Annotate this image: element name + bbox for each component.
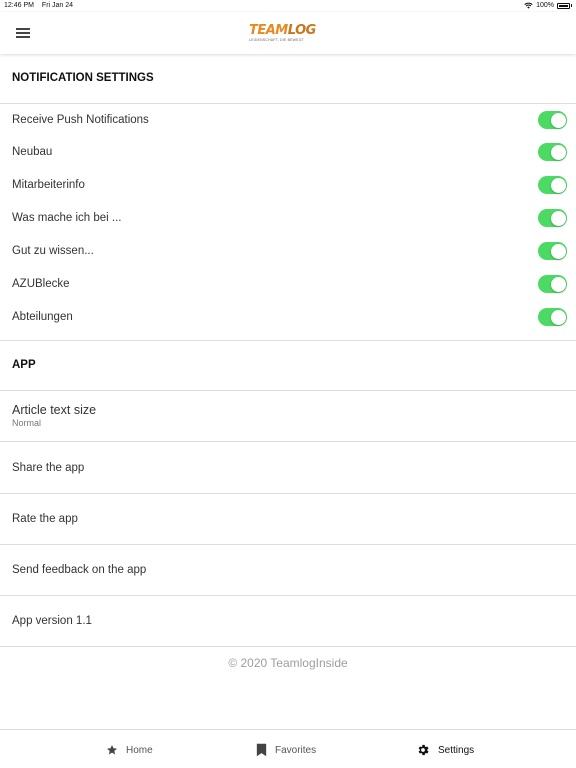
app-bar: TEAMLOG LEIDENSCHAFT, DIE BEWEGT xyxy=(0,12,576,54)
toggle-label: AZUBlecke xyxy=(12,278,70,290)
toggle-row-was-mache-ich[interactable]: Was mache ich bei ... xyxy=(0,207,576,231)
toggle-row-gut-zu-wissen[interactable]: Gut zu wissen... xyxy=(0,240,576,264)
toggle-label: Was mache ich bei ... xyxy=(12,212,122,224)
toggle-label: Neubau xyxy=(12,146,53,158)
status-time: 12:46 PM xyxy=(4,2,34,9)
send-feedback-label: Send feedback on the app xyxy=(12,564,147,576)
nav-favorites-label: Favorites xyxy=(275,744,317,756)
azublecke-switch[interactable] xyxy=(538,275,567,293)
menu-icon[interactable] xyxy=(16,28,30,38)
neubau-switch[interactable] xyxy=(538,143,567,161)
toggle-label: Gut zu wissen... xyxy=(12,245,94,257)
logo-log: LOG xyxy=(287,23,317,38)
abteilungen-switch[interactable] xyxy=(538,308,567,326)
toggle-row-azublecke[interactable]: AZUBlecke xyxy=(0,273,576,297)
status-bar: 12:46 PM Fri Jan 24 100% xyxy=(0,0,576,12)
rate-app-label: Rate the app xyxy=(12,513,78,525)
gut-zu-wissen-switch[interactable] xyxy=(538,242,567,260)
toggle-label: Receive Push Notifications xyxy=(12,114,149,126)
wifi-icon xyxy=(524,2,533,9)
logo-team: TEAM xyxy=(249,23,288,38)
app-version-label: App version 1.1 xyxy=(12,615,92,627)
status-date: Fri Jan 24 xyxy=(41,2,74,9)
share-app-label: Share the app xyxy=(12,462,85,474)
toggle-row-mitarbeiterinfo[interactable]: Mitarbeiterinfo xyxy=(0,174,576,198)
nav-settings-label: Settings xyxy=(438,744,475,756)
push-notifications-switch[interactable] xyxy=(538,111,567,129)
copyright-text: © 2020 TeamlogInside xyxy=(228,656,348,670)
share-app-item[interactable]: Share the app xyxy=(0,442,576,493)
notification-settings-title: NOTIFICATION SETTINGS xyxy=(12,72,154,84)
logo-main: TEAMLOG xyxy=(249,24,329,38)
article-text-size-label: Article text size xyxy=(12,403,97,417)
teamlog-logo: TEAMLOG LEIDENSCHAFT, DIE BEWEGT xyxy=(249,24,329,44)
nav-home-label: Home xyxy=(126,744,153,756)
toggle-label: Abteilungen xyxy=(12,311,73,323)
nav-settings[interactable]: Settings xyxy=(416,742,474,758)
status-right: 100% xyxy=(524,2,572,9)
toggle-label: Mitarbeiterinfo xyxy=(12,179,85,191)
toggle-row-neubau[interactable]: Neubau xyxy=(0,141,576,165)
gear-icon xyxy=(418,744,429,756)
battery-tip xyxy=(571,4,572,7)
divider xyxy=(0,340,576,341)
divider xyxy=(0,646,576,647)
bookmark-icon xyxy=(256,743,267,757)
send-feedback-item[interactable]: Send feedback on the app xyxy=(0,545,576,595)
app-section-title: APP xyxy=(12,359,36,371)
nav-favorites[interactable]: Favorites xyxy=(256,742,316,758)
rate-app-item[interactable]: Rate the app xyxy=(0,494,576,544)
star-icon xyxy=(107,745,117,755)
article-text-size-item[interactable]: Article text size Normal xyxy=(0,391,576,441)
nav-home[interactable]: Home xyxy=(106,742,153,758)
article-text-size-value: Normal xyxy=(12,418,42,428)
battery-icon xyxy=(557,2,570,9)
toggle-row-push[interactable]: Receive Push Notifications xyxy=(0,109,576,133)
mitarbeiterinfo-switch[interactable] xyxy=(538,176,567,194)
status-left: 12:46 PM Fri Jan 24 xyxy=(4,2,79,9)
app-version-item: App version 1.1 xyxy=(0,596,576,646)
battery-percent: 100% xyxy=(536,2,554,9)
toggle-row-abteilungen[interactable]: Abteilungen xyxy=(0,306,576,330)
divider xyxy=(0,103,576,104)
bottom-nav: Home Favorites Settings xyxy=(0,729,576,768)
was-mache-ich-switch[interactable] xyxy=(538,209,567,227)
logo-tagline: LEIDENSCHAFT, DIE BEWEGT xyxy=(249,38,304,42)
